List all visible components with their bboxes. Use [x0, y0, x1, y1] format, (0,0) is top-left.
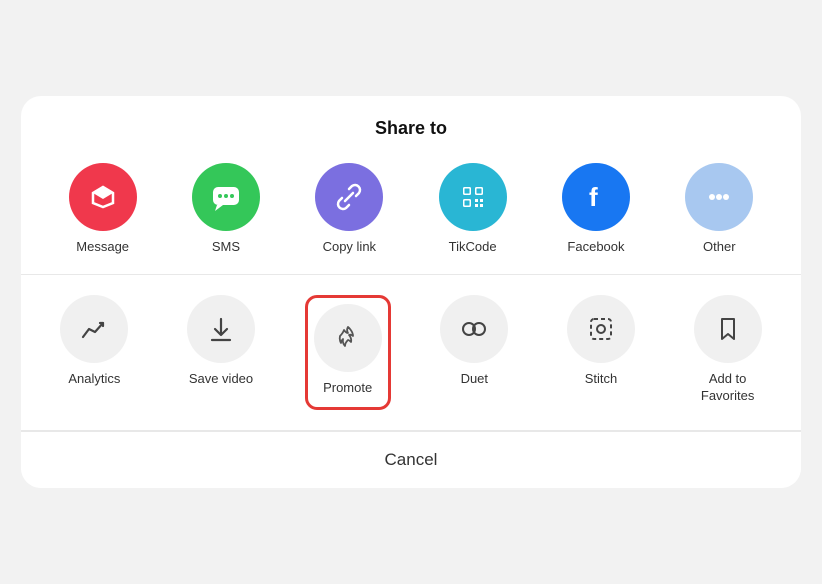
share-item-sms[interactable]: SMS: [181, 163, 271, 254]
analytics-label: Analytics: [68, 371, 120, 388]
tikcode-icon: [439, 163, 507, 231]
copy-link-label: Copy link: [323, 239, 376, 254]
add-to-favorites-icon: [694, 295, 762, 363]
promote-highlight: Promote: [305, 295, 391, 410]
action-row: Analytics Save video: [21, 275, 801, 430]
action-item-analytics[interactable]: Analytics: [49, 295, 139, 410]
share-item-other[interactable]: Other: [674, 163, 764, 254]
tikcode-label: TikCode: [449, 239, 497, 254]
action-item-promote[interactable]: Promote: [303, 295, 393, 410]
other-icon: [685, 163, 753, 231]
share-item-facebook[interactable]: f Facebook: [551, 163, 641, 254]
sms-label: SMS: [212, 239, 240, 254]
modal-title: Share to: [21, 96, 801, 155]
share-modal: Share to Message: [21, 96, 801, 488]
copy-link-icon: [315, 163, 383, 231]
share-item-tikcode[interactable]: TikCode: [428, 163, 518, 254]
analytics-icon: [60, 295, 128, 363]
stitch-label: Stitch: [585, 371, 618, 388]
save-video-label: Save video: [189, 371, 253, 388]
share-row: Message SMS: [21, 155, 801, 274]
promote-icon: [314, 304, 382, 372]
other-label: Other: [703, 239, 736, 254]
action-item-save-video[interactable]: Save video: [176, 295, 266, 410]
share-item-message[interactable]: Message: [58, 163, 148, 254]
action-item-add-to-favorites[interactable]: Add to Favorites: [683, 295, 773, 410]
facebook-icon: f: [562, 163, 630, 231]
action-item-stitch[interactable]: Stitch: [556, 295, 646, 410]
message-icon: [69, 163, 137, 231]
cancel-button[interactable]: Cancel: [21, 431, 801, 488]
message-label: Message: [76, 239, 129, 254]
promote-label: Promote: [323, 380, 372, 397]
share-item-copy-link[interactable]: Copy link: [304, 163, 394, 254]
add-to-favorites-label: Add to Favorites: [701, 371, 754, 405]
stitch-icon: [567, 295, 635, 363]
duet-icon: [440, 295, 508, 363]
action-item-duet[interactable]: Duet: [429, 295, 519, 410]
sms-icon: [192, 163, 260, 231]
facebook-label: Facebook: [567, 239, 624, 254]
svg-text:f: f: [589, 182, 598, 212]
duet-label: Duet: [461, 371, 488, 388]
save-video-icon: [187, 295, 255, 363]
